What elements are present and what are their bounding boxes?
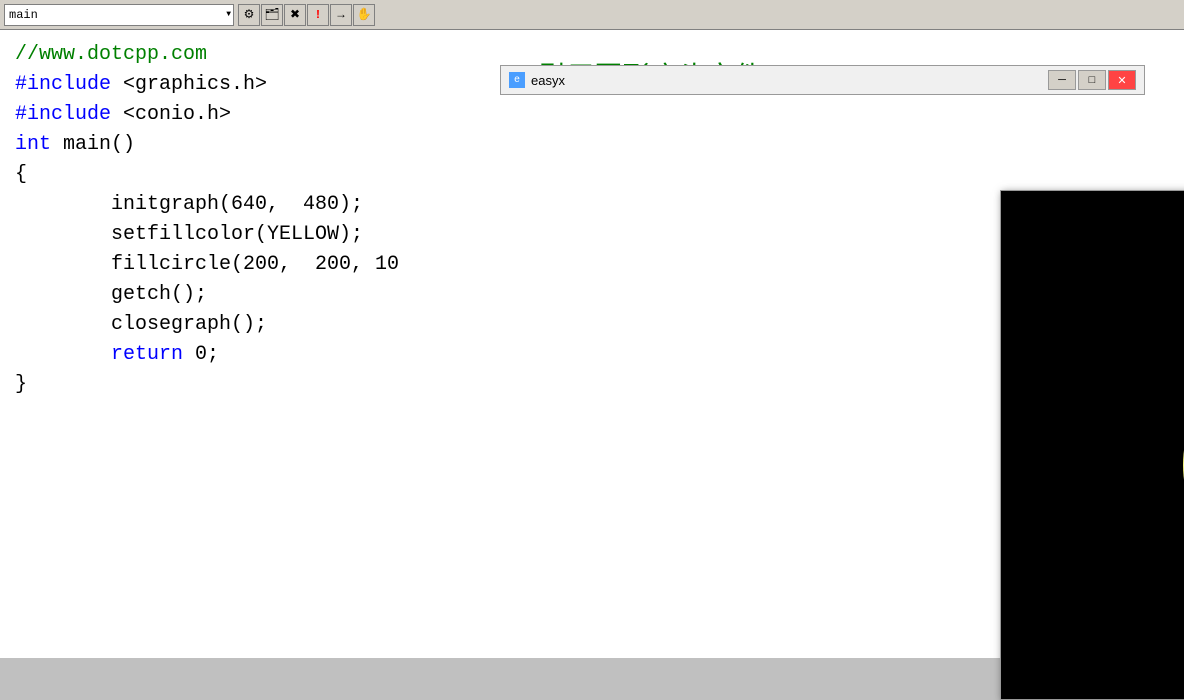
code-line-7: setfillcolor(YELLOW);: [15, 220, 495, 250]
toolbar-btn-4[interactable]: !: [307, 4, 329, 26]
function-dropdown[interactable]: main: [4, 4, 234, 26]
easyx-icon: e: [509, 72, 525, 88]
code-line-2: #include <graphics.h>: [15, 70, 495, 100]
code-line-9: getch();: [15, 280, 495, 310]
toolbar-btn-6[interactable]: ✋: [353, 4, 375, 26]
code-line-11: return 0;: [15, 340, 495, 370]
easyx-close-button[interactable]: ✕: [1108, 70, 1136, 90]
easyx-titlebar: e easyx ─ □ ✕: [500, 65, 1145, 95]
toolbar: main ⚙ 🗂 ✖ ! → ✋: [0, 0, 1184, 30]
ide-window: main ⚙ 🗂 ✖ ! → ✋ //www.dotcpp.com #inclu…: [0, 0, 1184, 658]
dropdown-label: main: [9, 8, 38, 22]
code-line-8: fillcircle(200, 200, 10: [15, 250, 495, 280]
code-line-4: int main(): [15, 130, 495, 160]
circle-container: [1001, 191, 1184, 699]
toolbar-btn-5[interactable]: →: [330, 4, 352, 26]
easyx-canvas: [1000, 190, 1184, 700]
toolbar-buttons: ⚙ 🗂 ✖ ! → ✋: [238, 4, 375, 26]
code-line-6: initgraph(640, 480);: [15, 190, 495, 220]
code-line-5: {: [15, 160, 495, 190]
toolbar-btn-3[interactable]: ✖: [284, 4, 306, 26]
toolbar-btn-1[interactable]: ⚙: [238, 4, 260, 26]
easyx-minimize-button[interactable]: ─: [1048, 70, 1076, 90]
code-editor[interactable]: //www.dotcpp.com #include <graphics.h> #…: [0, 30, 510, 658]
code-line-12: }: [15, 370, 495, 400]
easyx-title: easyx: [531, 73, 1048, 88]
toolbar-btn-2[interactable]: 🗂: [261, 4, 283, 26]
code-line-1: //www.dotcpp.com: [15, 40, 495, 70]
easyx-maximize-button[interactable]: □: [1078, 70, 1106, 90]
easyx-controls: ─ □ ✕: [1048, 70, 1136, 90]
code-line-10: closegraph();: [15, 310, 495, 340]
code-line-3: #include <conio.h>: [15, 100, 495, 130]
